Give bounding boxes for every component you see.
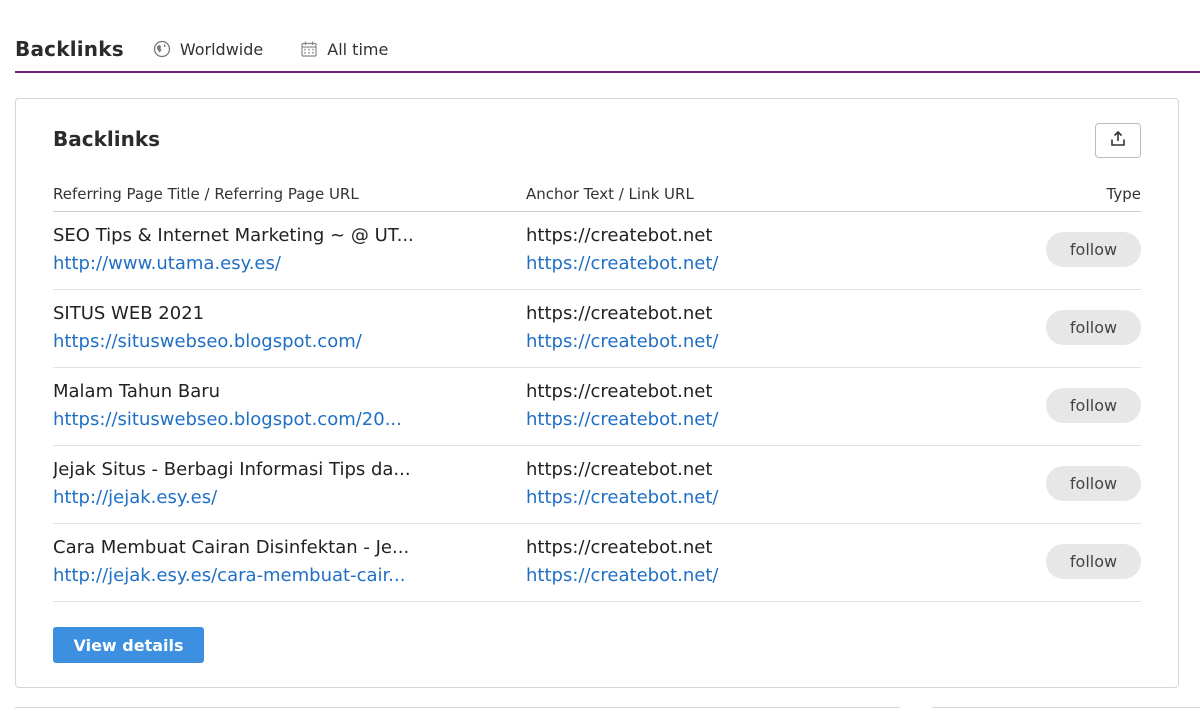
link-url[interactable]: https://createbot.net/: [526, 561, 1026, 591]
type-cell: follow: [1026, 466, 1141, 501]
anchor-cell: https://createbot.net https://createbot.…: [526, 301, 1026, 357]
type-badge: follow: [1046, 466, 1141, 501]
report-title: Backlinks: [15, 37, 124, 61]
column-header-anchor: Anchor Text / Link URL: [526, 185, 694, 203]
calendar-icon: [299, 39, 319, 59]
report-header: Backlinks Worldwide All time: [15, 34, 424, 64]
filter-period-label: All time: [327, 39, 389, 59]
referring-cell: Malam Tahun Baru https://situswebseo.blo…: [53, 379, 526, 435]
header-divider: [15, 71, 1200, 73]
referring-page-title: SITUS WEB 2021: [53, 302, 205, 324]
anchor-cell: https://createbot.net https://createbot.…: [526, 223, 1026, 279]
table-header: Referring Page Title / Referring Page UR…: [53, 177, 1141, 212]
link-url[interactable]: https://createbot.net/: [526, 327, 1026, 357]
referring-cell: Cara Membuat Cairan Disinfektan - Je... …: [53, 535, 526, 591]
backlinks-table: Referring Page Title / Referring Page UR…: [53, 177, 1141, 602]
type-badge: follow: [1046, 232, 1141, 267]
column-header-type: Type: [1106, 185, 1141, 203]
table-row: SEO Tips & Internet Marketing ~ @ UT... …: [53, 212, 1141, 290]
filter-region-label: Worldwide: [179, 39, 264, 59]
type-cell: follow: [1026, 388, 1141, 423]
export-icon: [1109, 130, 1127, 152]
backlinks-card: Backlinks Referring Page Title / Referri…: [15, 98, 1179, 688]
anchor-text: https://createbot.net: [526, 224, 713, 246]
link-url[interactable]: https://createbot.net/: [526, 405, 1026, 435]
filter-period[interactable]: All time: [299, 39, 388, 59]
type-cell: follow: [1026, 310, 1141, 345]
anchor-text: https://createbot.net: [526, 380, 713, 402]
next-card-left: [15, 707, 900, 717]
referring-cell: Jejak Situs - Berbagi Informasi Tips da.…: [53, 457, 526, 513]
table-row: SITUS WEB 2021 https://situswebseo.blogs…: [53, 290, 1141, 368]
referring-cell: SITUS WEB 2021 https://situswebseo.blogs…: [53, 301, 526, 357]
anchor-text: https://createbot.net: [526, 458, 713, 480]
type-badge: follow: [1046, 544, 1141, 579]
next-card-right: [932, 707, 1200, 717]
referring-page-url[interactable]: http://jejak.esy.es/: [53, 483, 516, 513]
link-url[interactable]: https://createbot.net/: [526, 483, 1026, 513]
referring-page-url[interactable]: https://situswebseo.blogspot.com/: [53, 327, 516, 357]
anchor-cell: https://createbot.net https://createbot.…: [526, 457, 1026, 513]
link-url[interactable]: https://createbot.net/: [526, 249, 1026, 279]
type-badge: follow: [1046, 388, 1141, 423]
view-details-button[interactable]: View details: [53, 627, 204, 663]
type-cell: follow: [1026, 232, 1141, 267]
referring-page-title: Cara Membuat Cairan Disinfektan - Je...: [53, 536, 410, 558]
referring-page-url[interactable]: http://www.utama.esy.es/: [53, 249, 516, 279]
type-cell: follow: [1026, 544, 1141, 579]
anchor-text: https://createbot.net: [526, 302, 713, 324]
referring-page-title: SEO Tips & Internet Marketing ~ @ UT...: [53, 224, 414, 246]
table-row: Jejak Situs - Berbagi Informasi Tips da.…: [53, 446, 1141, 524]
card-title: Backlinks: [53, 127, 161, 151]
filter-region[interactable]: Worldwide: [152, 39, 263, 59]
referring-page-url[interactable]: http://jejak.esy.es/cara-membuat-cair...: [53, 561, 516, 591]
globe-icon: [152, 39, 172, 59]
export-button[interactable]: [1095, 123, 1141, 158]
anchor-cell: https://createbot.net https://createbot.…: [526, 379, 1026, 435]
table-row: Malam Tahun Baru https://situswebseo.blo…: [53, 368, 1141, 446]
type-badge: follow: [1046, 310, 1141, 345]
table-row: Cara Membuat Cairan Disinfektan - Je... …: [53, 524, 1141, 602]
referring-page-url[interactable]: https://situswebseo.blogspot.com/20...: [53, 405, 516, 435]
referring-page-title: Jejak Situs - Berbagi Informasi Tips da.…: [53, 458, 411, 480]
referring-page-title: Malam Tahun Baru: [53, 380, 221, 402]
column-header-referring: Referring Page Title / Referring Page UR…: [53, 185, 359, 203]
referring-cell: SEO Tips & Internet Marketing ~ @ UT... …: [53, 223, 526, 279]
anchor-cell: https://createbot.net https://createbot.…: [526, 535, 1026, 591]
anchor-text: https://createbot.net: [526, 536, 713, 558]
